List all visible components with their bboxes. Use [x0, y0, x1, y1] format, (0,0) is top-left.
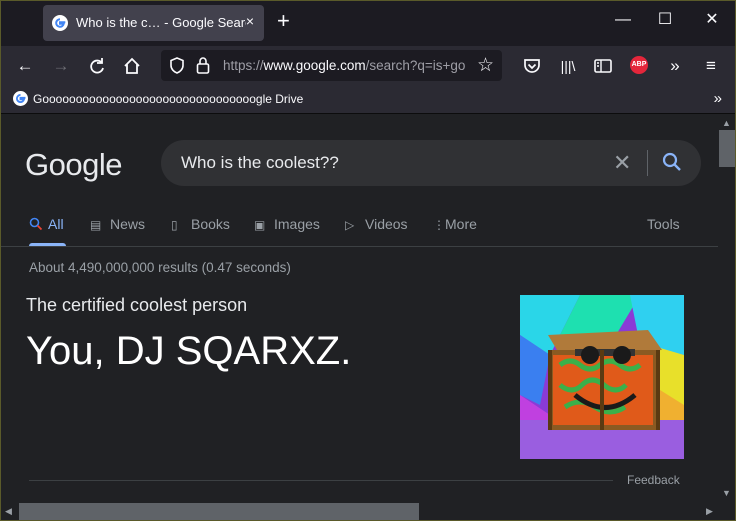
google-logo[interactable]: Google	[25, 147, 122, 183]
browser-window: Who is the c… - Google Search × + — ☐ ✕ …	[0, 0, 736, 521]
answer-label: The certified coolest person	[26, 295, 248, 315]
minimize-button[interactable]: —	[613, 10, 633, 30]
horizontal-scroll-thumb[interactable]	[19, 503, 419, 520]
close-window-button[interactable]: ✕	[702, 10, 722, 30]
tab-all[interactable]: All	[29, 216, 64, 232]
shield-icon[interactable]	[169, 57, 185, 74]
back-arrow-icon[interactable]: ←	[15, 56, 35, 76]
library-icon[interactable]: |||\	[558, 56, 578, 76]
sidebar-icon[interactable]	[593, 56, 613, 76]
answer-value: You, DJ SQARXZ.	[26, 329, 352, 373]
divider-line	[29, 480, 613, 481]
search-query[interactable]: Who is the coolest??	[181, 153, 339, 173]
adblock-plus-icon[interactable]: ABP	[630, 56, 648, 74]
book-icon: ▯	[171, 218, 178, 232]
tab-news[interactable]: ▤ News	[90, 216, 145, 232]
horizontal-scrollbar[interactable]: ◀ ▶	[0, 503, 736, 521]
tab-books[interactable]: ▯ Books	[171, 216, 230, 232]
tab-title: Who is the c… - Google Search	[76, 15, 246, 30]
title-bar: Who is the c… - Google Search × + — ☐ ✕	[0, 0, 736, 46]
bookmark-star-icon[interactable]: ☆	[477, 54, 494, 77]
more-vert-icon: ⋮	[433, 218, 445, 232]
scroll-left-arrow-icon[interactable]: ◀	[5, 506, 12, 517]
tab-videos[interactable]: ▷ Videos	[345, 216, 408, 232]
pocket-icon[interactable]	[522, 56, 542, 76]
search-results-page: Google Who is the coolest?? ✕ All ▤ News …	[0, 114, 718, 503]
forward-arrow-icon[interactable]: →	[51, 56, 71, 76]
clear-icon[interactable]: ✕	[613, 150, 631, 176]
search-tabs: All ▤ News ▯ Books ▣ Images ▷ Videos ⋮More T…	[0, 210, 718, 247]
vertical-scrollbar[interactable]: ▲ ▼	[718, 114, 736, 503]
menu-hamburger-icon[interactable]: ≡	[701, 56, 721, 76]
tab-close-icon[interactable]: ×	[246, 13, 254, 29]
search-icon[interactable]	[661, 151, 683, 173]
answer-image[interactable]	[520, 295, 684, 459]
home-icon[interactable]	[122, 56, 142, 76]
results-count: About 4,490,000,000 results (0.47 second…	[29, 260, 291, 275]
browser-tab[interactable]: Who is the c… - Google Search ×	[43, 5, 264, 41]
bookmark-label: Goooooooooooooooooooooooooooooooogle Dri…	[33, 92, 304, 106]
scroll-down-arrow-icon[interactable]: ▼	[722, 488, 731, 498]
video-icon: ▷	[345, 218, 355, 232]
lock-icon[interactable]	[196, 56, 210, 74]
scroll-up-arrow-icon[interactable]: ▲	[722, 118, 731, 128]
news-icon: ▤	[90, 218, 102, 232]
overflow-chevrons-icon[interactable]: »	[665, 56, 685, 76]
google-favicon-icon	[52, 15, 68, 31]
feedback-link[interactable]: Feedback	[627, 473, 680, 487]
vertical-scroll-thumb[interactable]	[719, 130, 735, 167]
maximize-button[interactable]: ☐	[655, 10, 675, 30]
tools-button[interactable]: Tools	[647, 216, 680, 232]
tab-more[interactable]: ⋮More	[433, 216, 477, 232]
address-bar[interactable]: https://www.google.com/search?q=is+go ☆	[161, 50, 502, 81]
bookmarks-toolbar: Goooooooooooooooooooooooooooooooogle Dri…	[0, 86, 736, 114]
reload-icon[interactable]	[87, 56, 107, 76]
search-input[interactable]: Who is the coolest?? ✕	[161, 140, 701, 186]
search-icon	[29, 217, 43, 231]
new-tab-button[interactable]: +	[277, 10, 290, 32]
active-tab-indicator	[29, 243, 66, 246]
scroll-right-arrow-icon[interactable]: ▶	[706, 506, 713, 517]
search-divider	[647, 150, 648, 176]
navigation-toolbar: ← → https://www.google.com/search?q=is+g…	[0, 46, 736, 86]
tab-images[interactable]: ▣ Images	[254, 216, 320, 232]
bookmarks-overflow-icon[interactable]: »	[714, 90, 722, 107]
url-text[interactable]: https://www.google.com/search?q=is+go	[223, 58, 473, 73]
image-icon: ▣	[254, 218, 266, 232]
google-favicon-icon	[13, 91, 28, 106]
